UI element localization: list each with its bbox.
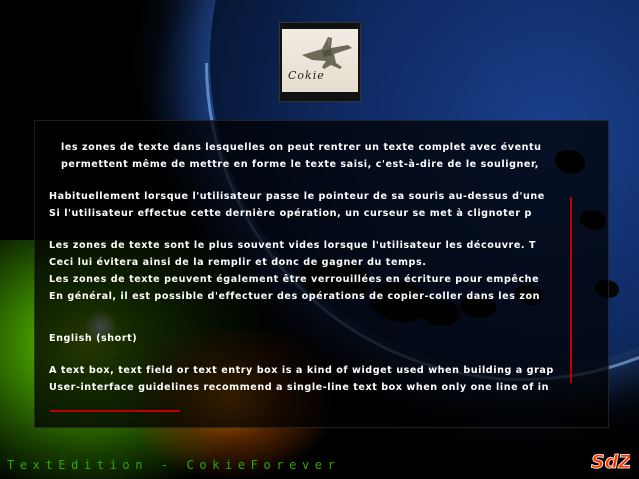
text-line: les zones de texte dans lesquelles on pe… xyxy=(61,142,542,153)
text-line: En général, il est possible d'effectuer … xyxy=(49,291,541,302)
app-footer-title: TextEdition - CokieForever xyxy=(7,458,341,472)
jet-plane-icon xyxy=(302,37,352,69)
text-line: Les zones de texte sont le plus souvent … xyxy=(49,240,537,251)
text-line: User-interface guidelines recommend a si… xyxy=(49,382,550,393)
sdz-logo: SdZ xyxy=(591,451,630,473)
text-line: A text box, text field or text entry box… xyxy=(49,365,554,376)
text-box[interactable]: les zones de texte dans lesquelles on pe… xyxy=(49,139,566,409)
logo-photo: Cokie xyxy=(282,29,358,92)
logo-text: Cokie xyxy=(288,69,325,82)
cokie-logo: Cokie xyxy=(279,22,361,102)
sdz-logo-text: SdZ xyxy=(591,451,630,473)
text-panel: les zones de texte dans lesquelles on pe… xyxy=(34,120,609,428)
horizontal-scrollbar[interactable] xyxy=(50,410,180,412)
text-line: Habituellement lorsque l'utilisateur pas… xyxy=(49,191,545,202)
text-line: permettent même de mettre en forme le te… xyxy=(61,159,540,170)
text-line: Ceci lui évitera ainsi de la remplir et … xyxy=(49,257,427,268)
text-line: Les zones de texte peuvent également êtr… xyxy=(49,274,540,285)
section-heading: English (short) xyxy=(49,333,138,344)
vertical-scrollbar[interactable] xyxy=(570,197,572,383)
text-line: Si l'utilisateur effectue cette dernière… xyxy=(49,208,532,219)
